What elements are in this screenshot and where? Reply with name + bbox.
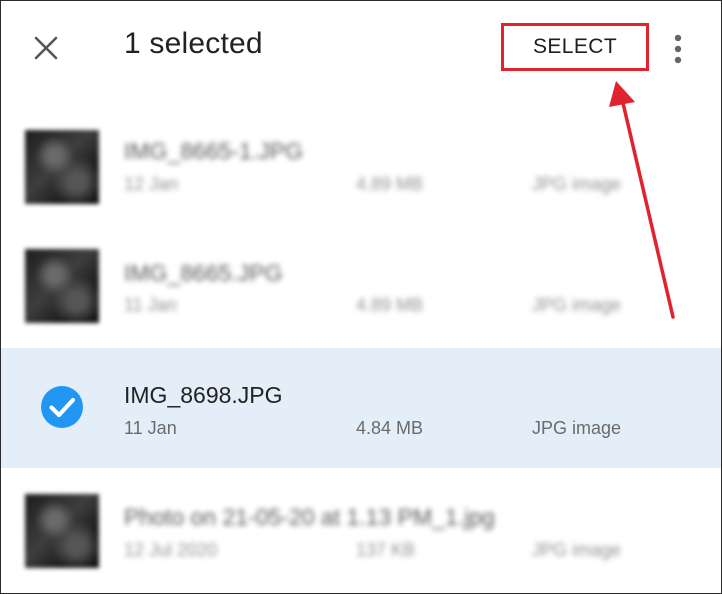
file-thumbnail [25,494,99,568]
file-date: 12 Jan [124,174,179,194]
file-name: IMG_8665.JPG [124,260,283,286]
file-row[interactable]: IMG_8665-1.JPG 12 Jan 4.89 MB JPG image [1,110,721,228]
file-type: JPG image [532,540,622,560]
file-date: 11 Jan [124,418,177,438]
selection-toolbar: 1 selected SELECT [1,1,721,97]
file-date: 11 Jan [124,295,177,315]
close-icon [34,36,58,60]
check-circle-icon[interactable] [39,384,85,430]
file-row[interactable]: Photo on 21-05-20 at 1.13 PM_1.jpg 12 Ju… [1,474,721,592]
file-size: 4.89 MB [356,295,424,315]
file-name: Photo on 21-05-20 at 1.13 PM_1.jpg [124,504,495,530]
file-type: JPG image [532,418,622,438]
file-date: 12 Jul 2020 [124,540,218,560]
file-size: 137 KB [356,540,416,560]
file-row-selected[interactable]: IMG_8698.JPG 11 Jan 4.84 MB JPG image [1,348,721,468]
more-vert-icon [674,34,682,64]
file-type: JPG image [532,295,622,315]
file-name: IMG_8698.JPG [124,382,283,408]
file-name: IMG_8665-1.JPG [124,138,303,164]
file-thumbnail [25,130,99,204]
file-size: 4.89 MB [356,174,424,194]
select-button[interactable]: SELECT [501,23,649,71]
file-picker-screen: 1 selected SELECT IMG_8665-1.JPG 12 Jan … [0,0,722,594]
more-options-button[interactable] [665,31,691,67]
file-thumbnail [25,249,99,323]
selection-count-title: 1 selected [124,27,263,60]
close-button[interactable] [27,29,65,67]
file-size: 4.84 MB [356,418,424,438]
file-row[interactable]: IMG_8665.JPG 11 Jan 4.89 MB JPG image [1,229,721,347]
file-type: JPG image [532,174,622,194]
